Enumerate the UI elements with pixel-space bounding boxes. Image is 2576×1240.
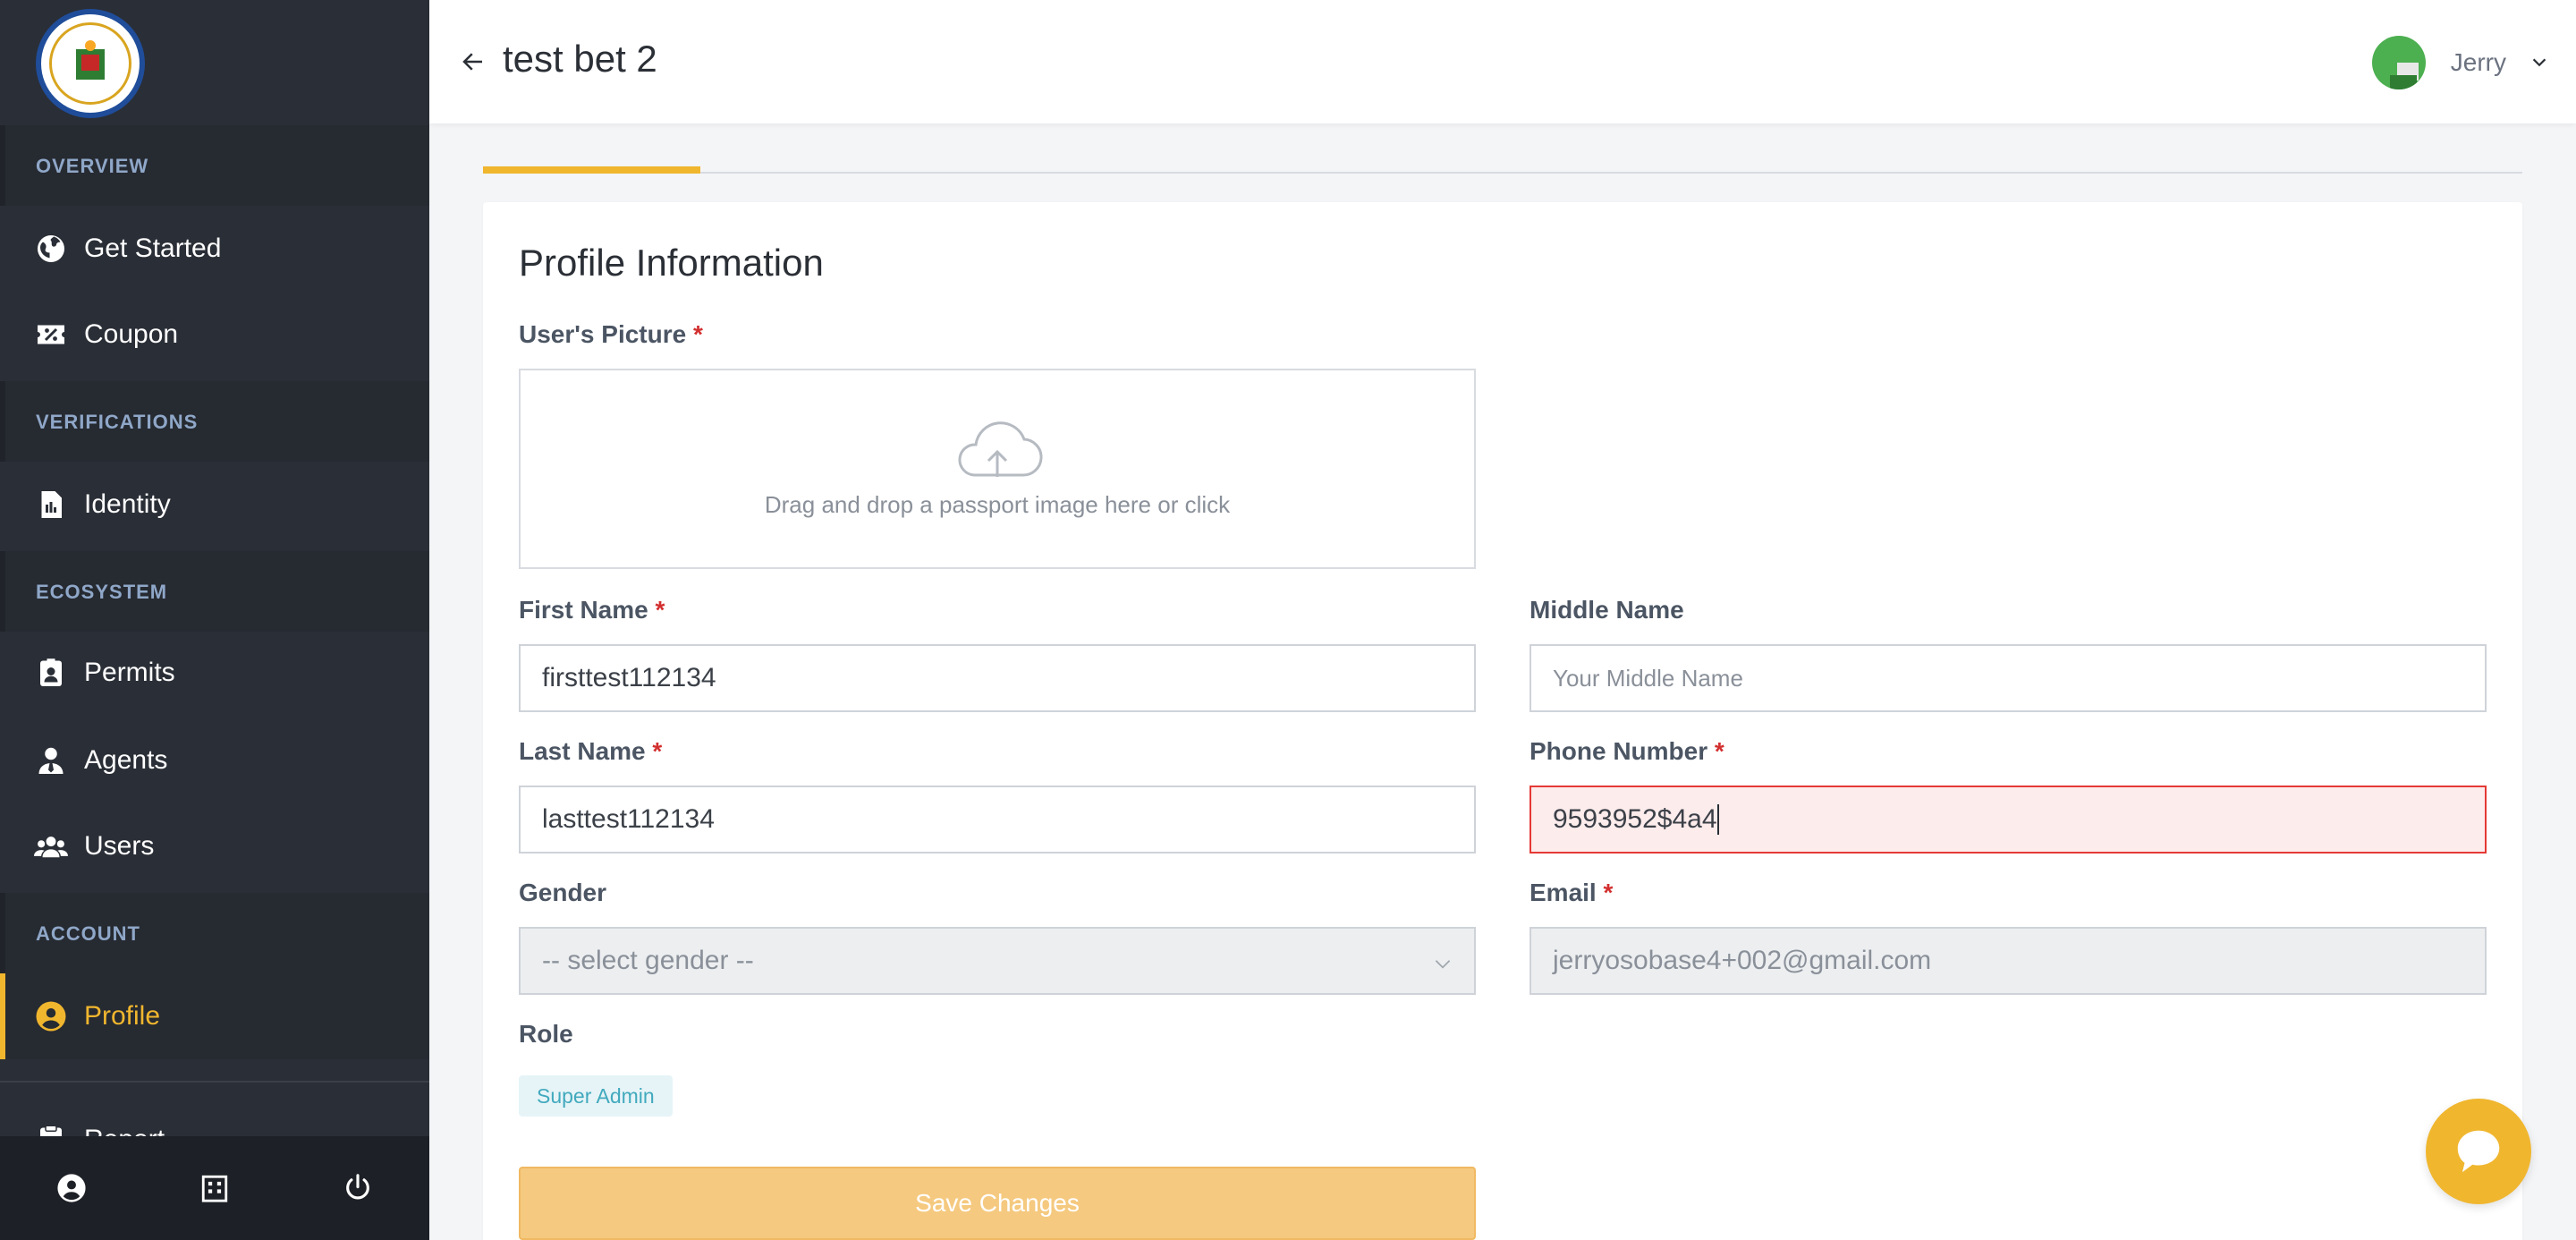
chevron-down-icon [1435, 960, 1451, 969]
section-label-overview: OVERVIEW [36, 155, 149, 177]
sidebar-item-label: Permits [84, 658, 175, 687]
chat-bubble-icon [2457, 1130, 2500, 1173]
user-name: Jerry [2450, 48, 2506, 76]
power-icon [346, 1174, 369, 1200]
gender-select[interactable]: -- select gender -- [519, 927, 1476, 995]
first-name-label: First Name * [519, 596, 665, 624]
globe-icon [34, 232, 68, 266]
picture-dropzone[interactable]: Drag and drop a passport image here or c… [519, 369, 1476, 569]
agency-logo[interactable] [36, 9, 145, 118]
sidebar-item-label: Agents [84, 745, 168, 775]
id-badge-icon [34, 656, 68, 690]
footer-organization-button[interactable] [179, 1152, 250, 1224]
role-label: Role [519, 1020, 573, 1048]
cloud-upload-icon [958, 420, 1043, 477]
sidebar-item-identity[interactable]: Identity [0, 462, 429, 548]
chevron-down-icon [2532, 58, 2546, 67]
document-icon [34, 488, 68, 522]
sidebar-item-get-started[interactable]: Get Started [0, 206, 429, 292]
sidebar-item-users[interactable]: Users [0, 803, 429, 889]
agent-icon [34, 743, 68, 777]
middle-name-input[interactable]: Your Middle Name [1530, 644, 2487, 712]
tab-bar [483, 172, 2522, 174]
first-name-input[interactable]: firsttest112134 [519, 644, 1476, 712]
users-icon [34, 829, 68, 863]
nav-divider [0, 1081, 429, 1083]
avatar [2371, 36, 2426, 89]
page-title: test bet 2 [503, 38, 657, 80]
picture-label: User's Picture * [519, 320, 703, 348]
footer-logout-button[interactable] [322, 1152, 394, 1224]
building-icon [201, 1175, 228, 1202]
gender-value: -- select gender -- [542, 946, 754, 975]
middle-name-label: Middle Name [1530, 596, 1684, 624]
email-label: Email * [1530, 879, 1614, 906]
logo-seal [49, 22, 131, 105]
coupon-icon [34, 318, 68, 352]
sidebar-item-label: Profile [84, 1001, 161, 1031]
chat-widget-button[interactable] [2426, 1099, 2531, 1204]
section-label-account: ACCOUNT [36, 922, 140, 945]
user-circle-icon [57, 1174, 86, 1202]
dropzone-text: Drag and drop a passport image here or c… [764, 490, 1231, 518]
section-label-verifications: VERIFICATIONS [36, 411, 199, 433]
role-badge: Super Admin [519, 1075, 673, 1117]
gender-label: Gender [519, 879, 607, 906]
arrow-left-icon [462, 53, 482, 71]
footer-profile-button[interactable] [36, 1152, 107, 1224]
user-menu[interactable]: Jerry [2371, 34, 2549, 91]
phone-label: Phone Number * [1530, 737, 1724, 765]
section-label-ecosystem: ECOSYSTEM [36, 581, 168, 603]
sidebar-item-label: Users [84, 831, 155, 861]
last-name-input[interactable]: lasttest112134 [519, 786, 1476, 854]
text-cursor [1716, 804, 1719, 835]
last-name-label: Last Name * [519, 737, 663, 765]
tab-active-indicator[interactable] [483, 166, 700, 174]
back-button[interactable] [451, 39, 496, 84]
phone-value: 9593952$4a4 [1553, 804, 1717, 834]
sidebar-item-agents[interactable]: Agents [0, 718, 429, 803]
profile-card: Profile Information User's Picture * Dra… [483, 202, 2522, 1240]
sidebar-item-label: Get Started [84, 234, 222, 263]
sidebar-item-label: Identity [84, 489, 171, 519]
save-changes-button[interactable]: Save Changes [519, 1167, 1476, 1240]
sidebar-item-profile[interactable]: Profile [0, 973, 429, 1059]
user-circle-icon [34, 999, 68, 1033]
sidebar-item-permits[interactable]: Permits [0, 630, 429, 716]
sidebar-item-label: Coupon [84, 319, 179, 349]
card-title: Profile Information [519, 242, 824, 284]
sidebar: OVERVIEW Get Started Coupon VERIFICATION… [0, 0, 429, 1240]
sidebar-item-coupon[interactable]: Coupon [0, 292, 429, 378]
sidebar-footer [0, 1136, 429, 1240]
phone-number-input[interactable]: 9593952$4a4 [1530, 786, 2487, 854]
email-input: jerryosobase4+002@gmail.com [1530, 927, 2487, 995]
top-header: test bet 2 Jerry [429, 0, 2576, 123]
